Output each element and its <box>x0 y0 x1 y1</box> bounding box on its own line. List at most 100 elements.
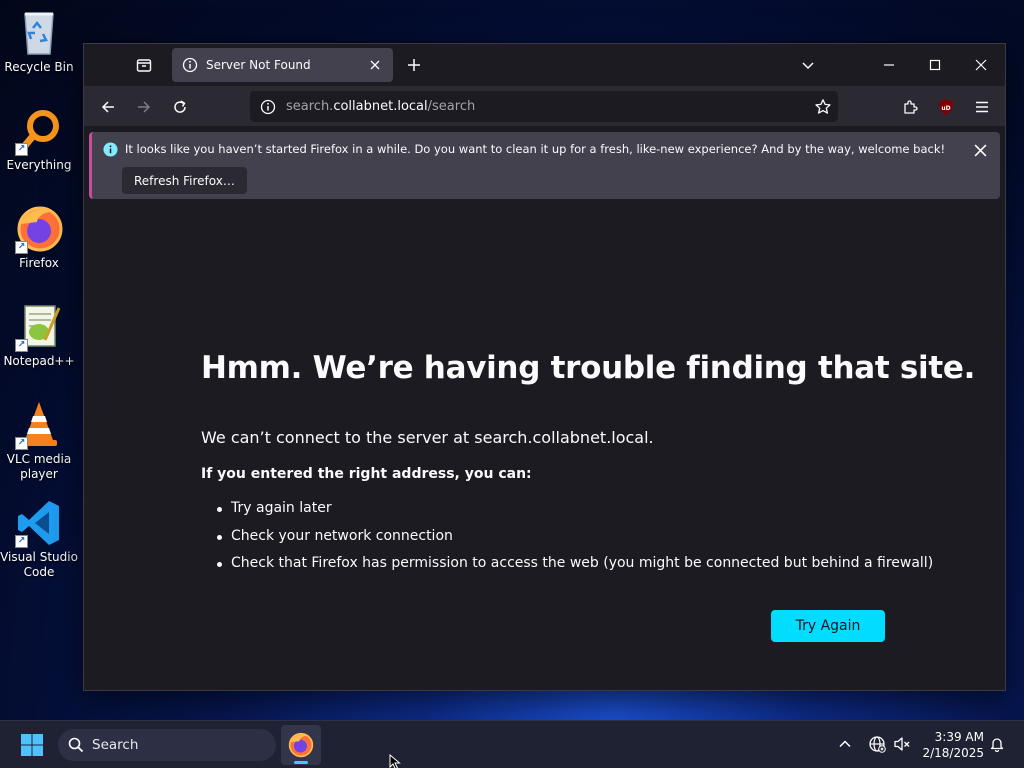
volume-button[interactable] <box>891 733 913 755</box>
reload-button[interactable] <box>166 94 194 120</box>
refresh-firefox-button[interactable]: Refresh Firefox… <box>122 167 247 194</box>
firefox-view-icon <box>136 59 152 72</box>
minimize-icon <box>884 64 894 66</box>
close-window-button[interactable] <box>958 44 1004 86</box>
desktop-icon-label: Notepad++ <box>3 354 75 368</box>
list-item: Check that Firefox has permission to acc… <box>217 555 933 583</box>
url-text[interactable]: search.collabnet.local/search <box>286 99 808 114</box>
notification-close-button[interactable] <box>968 138 992 162</box>
desktop-icon-label: Recycle Bin <box>4 60 74 74</box>
desktop-icon-notepad-plus-plus[interactable]: ↗ Notepad++ <box>0 302 78 392</box>
globe-no-internet-icon <box>869 736 886 753</box>
list-item: Check your network connection <box>217 528 933 556</box>
reload-icon <box>174 100 186 113</box>
tab-server-not-found[interactable]: Server Not Found <box>172 48 393 82</box>
url-prefix: search. <box>286 99 334 114</box>
extensions-button[interactable] <box>896 94 924 120</box>
mouse-cursor-icon <box>389 754 401 768</box>
start-button[interactable] <box>12 729 52 761</box>
ublock-origin-button[interactable]: uD <box>932 94 960 120</box>
vlc-icon: ↗ <box>15 400 63 450</box>
url-host: collabnet.local <box>333 99 428 114</box>
notification-bar: It looks like you haven’t started Firefo… <box>89 132 1000 199</box>
error-suggestions-list: Try again later Check your network conne… <box>217 500 933 583</box>
error-page: Hmm. We’re having trouble finding that s… <box>84 204 1005 690</box>
firefox-icon: ↗ <box>15 204 63 254</box>
error-description: We can’t connect to the server at search… <box>201 428 654 447</box>
bell-icon <box>990 738 1004 752</box>
plus-icon <box>408 59 420 71</box>
navigation-toolbar: search.collabnet.local/search uD <box>84 86 1005 126</box>
everything-search-icon: ↗ <box>15 106 63 156</box>
url-path: /search <box>427 99 476 114</box>
try-again-button[interactable]: Try Again <box>771 610 885 642</box>
back-button[interactable] <box>94 94 122 120</box>
close-icon <box>975 59 987 71</box>
tab-close-button[interactable] <box>367 57 383 73</box>
firefox-window: Server Not Found search.collabnet.local/… <box>83 43 1006 691</box>
error-title: Hmm. We’re having trouble finding that s… <box>201 350 976 386</box>
close-icon <box>370 60 380 70</box>
arrow-left-icon <box>101 101 114 113</box>
speaker-muted-icon <box>894 737 910 751</box>
running-indicator <box>294 761 308 764</box>
clock-time: 3:39 AM <box>934 730 984 744</box>
windows-logo-icon <box>21 734 43 756</box>
clock[interactable]: 3:39 AM 2/18/2025 <box>912 729 984 761</box>
error-suggestions-heading: If you entered the right address, you ca… <box>201 466 532 482</box>
desktop-icon-label: VLC media player <box>6 452 72 481</box>
desktop-icon-recycle-bin[interactable]: Recycle Bin <box>0 8 78 98</box>
show-hidden-icons-button[interactable] <box>834 733 856 755</box>
notepad-plus-plus-icon: ↗ <box>15 302 63 352</box>
vscode-icon: ↗ <box>15 498 63 548</box>
info-icon <box>182 57 198 73</box>
maximize-button[interactable] <box>912 44 958 86</box>
new-tab-button[interactable] <box>402 54 426 76</box>
tab-strip: Server Not Found <box>84 44 1005 86</box>
app-menu-button[interactable] <box>968 94 996 120</box>
star-icon <box>815 98 831 114</box>
shortcut-arrow-icon: ↗ <box>15 143 28 156</box>
desktop-icon-vscode[interactable]: ↗ Visual Studio Code <box>0 498 78 588</box>
taskbar-search-box[interactable]: Search <box>58 729 276 761</box>
notification-message: It looks like you haven’t started Firefo… <box>125 142 946 156</box>
notifications-button[interactable] <box>986 733 1008 755</box>
desktop-icon-label: Firefox <box>19 256 59 270</box>
list-item: Try again later <box>217 500 933 528</box>
desktop-icon-label: Visual Studio Code <box>0 550 78 579</box>
taskbar: Search 3:39 AM 2/18/2025 <box>0 720 1024 768</box>
ublock-origin-icon: uD <box>939 99 953 115</box>
chevron-down-icon <box>802 62 814 70</box>
bookmark-star-button[interactable] <box>808 93 838 121</box>
taskbar-search-placeholder: Search <box>92 737 139 753</box>
forward-button[interactable] <box>130 94 158 120</box>
chevron-up-icon <box>839 740 851 748</box>
shortcut-arrow-icon: ↗ <box>15 535 28 548</box>
firefox-icon <box>288 732 314 758</box>
desktop-icon-label: Everything <box>6 158 72 172</box>
desktop-icon-everything[interactable]: ↗ Everything <box>0 106 78 196</box>
clock-date: 2/18/2025 <box>922 746 984 760</box>
arrow-right-icon <box>138 101 151 113</box>
desktop-icon-firefox[interactable]: ↗ Firefox <box>0 204 78 294</box>
hamburger-menu-icon <box>976 101 988 113</box>
recycle-bin-icon <box>15 8 63 58</box>
network-button[interactable] <box>866 733 888 755</box>
firefox-view-button[interactable] <box>132 54 156 76</box>
shortcut-arrow-icon: ↗ <box>15 437 28 450</box>
tab-title: Server Not Found <box>206 58 311 72</box>
shortcut-arrow-icon: ↗ <box>15 241 28 254</box>
maximize-icon <box>929 59 941 71</box>
desktop-icon-vlc[interactable]: ↗ VLC media player <box>0 400 78 490</box>
search-icon <box>68 737 84 753</box>
svg-text:uD: uD <box>941 105 950 112</box>
puzzle-piece-icon <box>904 100 918 114</box>
minimize-button[interactable] <box>866 44 912 86</box>
url-bar[interactable]: search.collabnet.local/search <box>250 91 838 122</box>
shortcut-arrow-icon: ↗ <box>15 339 28 352</box>
site-info-icon[interactable] <box>260 99 276 115</box>
taskbar-firefox-button[interactable] <box>281 725 321 765</box>
list-all-tabs-button[interactable] <box>796 54 820 76</box>
info-icon <box>103 142 118 161</box>
close-icon <box>974 144 986 156</box>
